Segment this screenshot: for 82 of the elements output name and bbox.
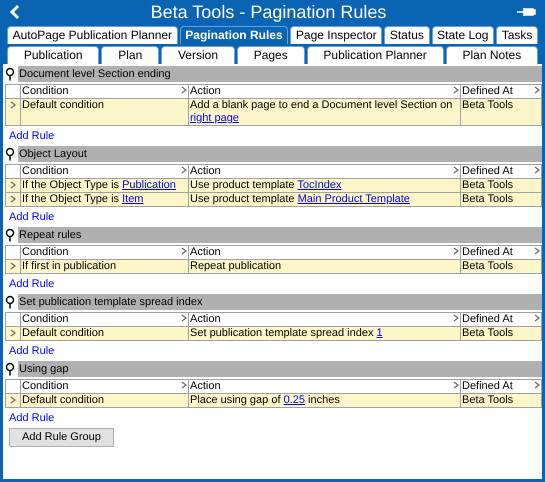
- cell-text: If first in publication: [20, 260, 188, 274]
- cell-text: Add a blank page to end a Document level Section on right page: [188, 98, 460, 126]
- cell-text: Default condition: [20, 326, 188, 340]
- chevron-icon[interactable]: [181, 85, 187, 95]
- cell-text: Use product template TocIndex: [188, 178, 460, 192]
- cell-text: Default condition: [20, 98, 188, 126]
- chevron-icon[interactable]: [534, 165, 540, 175]
- cell-text: If the Object Type is Publication: [20, 178, 188, 192]
- chevron-icon[interactable]: [534, 246, 540, 256]
- column-header[interactable]: Action: [190, 165, 221, 178]
- link[interactable]: right page: [190, 112, 239, 124]
- chevron-icon[interactable]: [534, 380, 540, 390]
- link[interactable]: Main Product Template: [298, 193, 410, 205]
- chevron-icon[interactable]: [10, 395, 16, 406]
- tab[interactable]: Plan: [101, 46, 160, 64]
- link[interactable]: Item: [122, 193, 144, 205]
- pin-icon[interactable]: [5, 67, 15, 81]
- tab[interactable]: Page Inspector: [290, 26, 382, 44]
- tab[interactable]: Version: [161, 46, 235, 64]
- cell-text: Default condition: [20, 394, 188, 408]
- link[interactable]: 0.25: [284, 394, 305, 406]
- chevron-icon[interactable]: [534, 85, 540, 95]
- chevron-icon[interactable]: [453, 85, 459, 95]
- tab[interactable]: Publication: [7, 46, 100, 64]
- chevron-icon[interactable]: [453, 246, 459, 256]
- tab[interactable]: Plan Notes: [446, 46, 538, 64]
- cell-text: Repeat publication: [188, 260, 460, 274]
- cell-text: If the Object Type is Item: [20, 192, 188, 206]
- add-rule-link[interactable]: Add Rule: [9, 412, 54, 425]
- pin-icon[interactable]: [5, 228, 15, 242]
- tab[interactable]: Tasks: [496, 26, 538, 44]
- chevron-icon[interactable]: [10, 180, 16, 190]
- tab[interactable]: Pages: [236, 46, 305, 64]
- tab[interactable]: Status: [384, 26, 430, 44]
- tab[interactable]: Publication Planner: [306, 46, 444, 64]
- back-icon[interactable]: [9, 4, 21, 20]
- chevron-icon[interactable]: [181, 313, 187, 323]
- chevron-icon[interactable]: [10, 328, 16, 338]
- column-header[interactable]: Action: [190, 380, 221, 393]
- link[interactable]: 1: [376, 327, 383, 339]
- add-rule-link[interactable]: Add Rule: [9, 211, 54, 224]
- group-title: Document level Section ending: [18, 66, 542, 82]
- chevron-icon[interactable]: [534, 313, 540, 323]
- tab[interactable]: AutoPage Publication Planner: [7, 26, 178, 44]
- cell-text: Beta Tools: [462, 179, 514, 191]
- add-rule-link[interactable]: Add Rule: [9, 345, 54, 358]
- cell-text: Use product template Main Product Template: [188, 192, 460, 206]
- column-header[interactable]: Action: [190, 85, 221, 98]
- cell-text: Place using gap of 0.25 inches: [188, 394, 460, 408]
- column-header[interactable]: Action: [190, 313, 221, 326]
- tab[interactable]: Pagination Rules: [180, 26, 288, 44]
- cell-text: Set publication template spread index 1: [188, 326, 460, 340]
- add-rule-link[interactable]: Add Rule: [9, 130, 54, 143]
- group-title: Repeat rules: [18, 227, 542, 243]
- cell-text: Beta Tools: [462, 327, 514, 339]
- group-title: Using gap: [18, 361, 542, 377]
- pin-icon[interactable]: [5, 362, 15, 376]
- chevron-icon[interactable]: [10, 100, 16, 110]
- cell-text: Beta Tools: [462, 193, 514, 205]
- column-header[interactable]: Action: [190, 246, 221, 259]
- cell-text: Beta Tools: [462, 99, 514, 111]
- pin-icon[interactable]: [516, 6, 536, 18]
- tab[interactable]: State Log: [432, 26, 494, 44]
- group-title: Set publication template spread index: [18, 294, 542, 310]
- chevron-icon[interactable]: [181, 380, 187, 390]
- add-rule-link[interactable]: Add Rule: [9, 278, 54, 291]
- cell-text: Beta Tools: [462, 260, 514, 272]
- chevron-icon[interactable]: [453, 313, 459, 323]
- chevron-icon[interactable]: [181, 165, 187, 175]
- chevron-icon[interactable]: [10, 261, 16, 272]
- pin-icon[interactable]: [5, 147, 15, 161]
- group-title: Object Layout: [18, 146, 542, 162]
- pin-icon[interactable]: [5, 295, 15, 309]
- chevron-icon[interactable]: [10, 194, 16, 204]
- link[interactable]: TocIndex: [297, 179, 342, 191]
- cell-text: Beta Tools: [462, 394, 514, 406]
- window-title: Beta Tools - Pagination Rules: [150, 1, 388, 23]
- chevron-icon[interactable]: [453, 165, 459, 175]
- chevron-icon[interactable]: [181, 246, 187, 256]
- chevron-icon[interactable]: [453, 380, 459, 390]
- link[interactable]: Publication: [122, 179, 176, 191]
- add-rule-group-button[interactable]: Add Rule Group: [9, 428, 114, 447]
